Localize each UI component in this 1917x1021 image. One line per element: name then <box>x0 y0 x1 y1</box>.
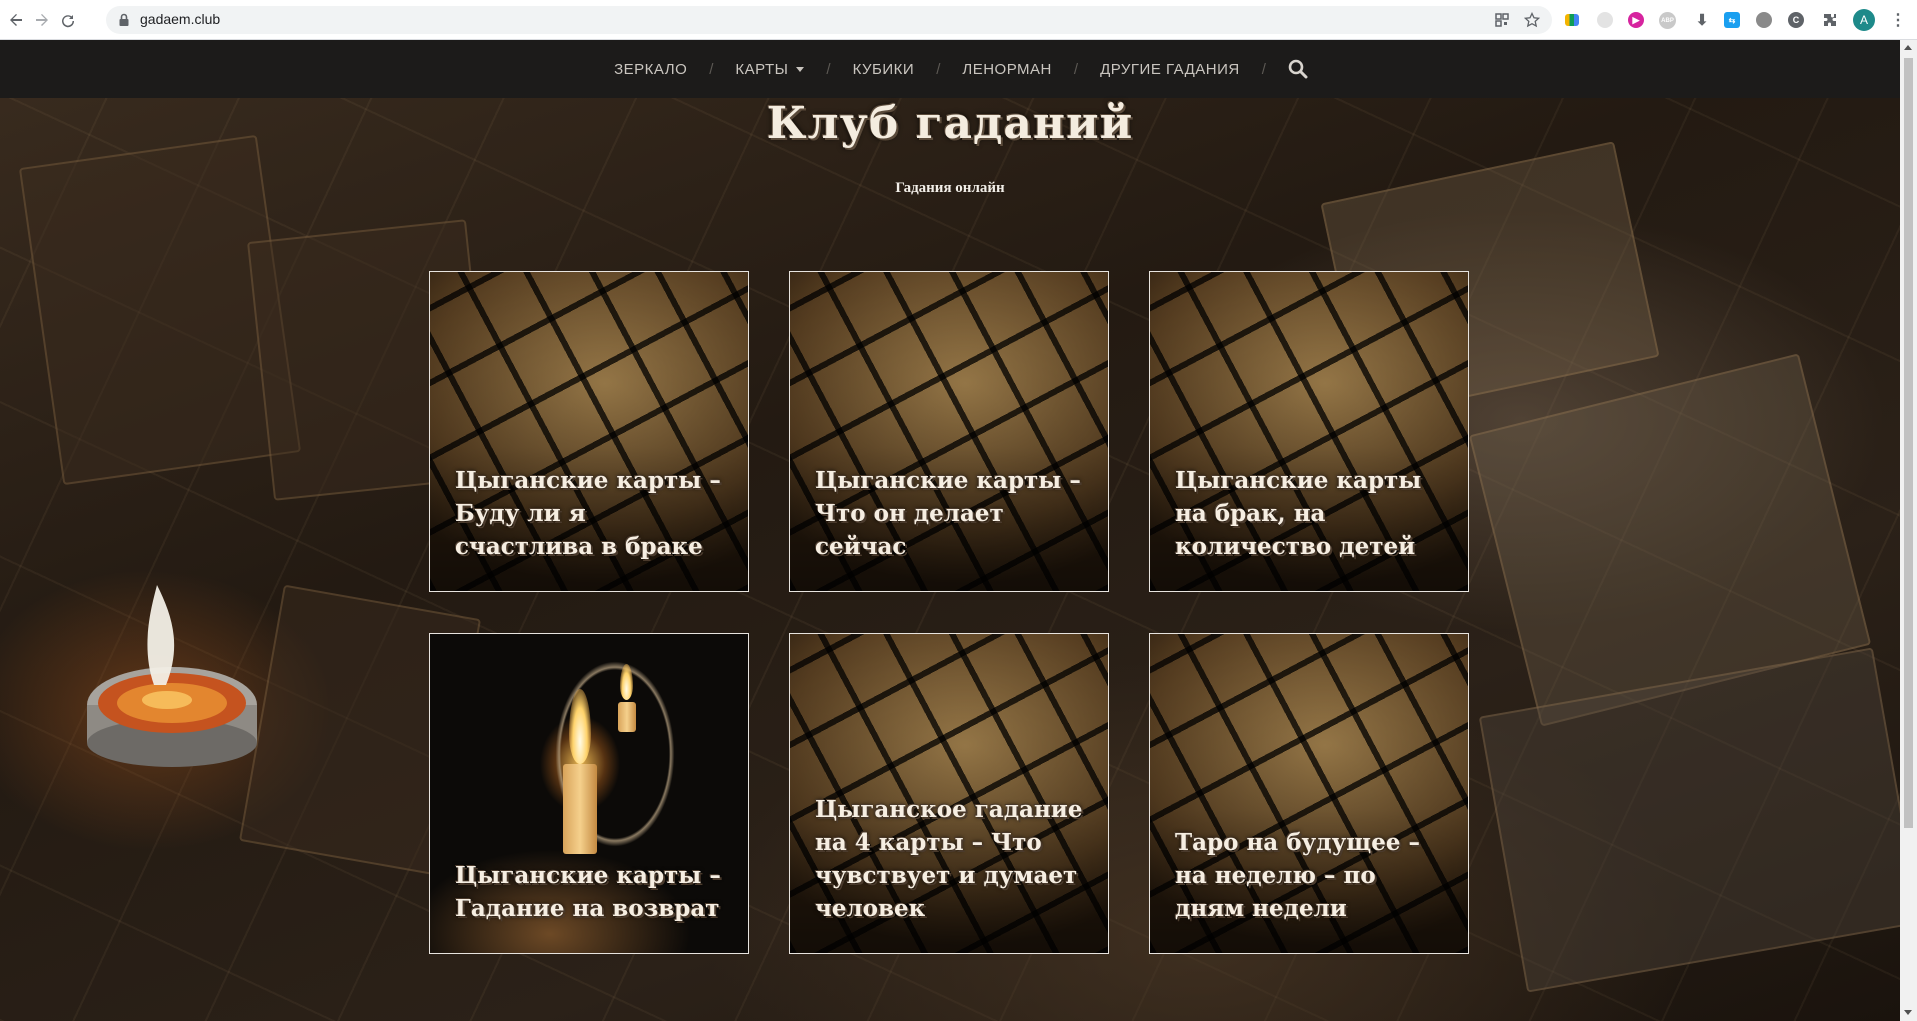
article-title[interactable]: Цыганские карты на брак, на количество д… <box>1175 464 1450 563</box>
forward-icon[interactable] <box>30 8 54 32</box>
article-tile[interactable]: Цыганское гадание на 4 карты – Что чувст… <box>789 633 1109 954</box>
nav-separator: / <box>1261 60 1266 78</box>
caret-down-icon <box>796 66 805 72</box>
nav-item-lenormand[interactable]: ЛЕНОРМАН <box>940 61 1074 78</box>
page: ЗЕРКАЛО / КАРТЫ / КУБИКИ / ЛЕНОРМАН / ДР… <box>0 40 1900 1021</box>
article-title[interactable]: Таро на будущее – на неделю – по дням не… <box>1175 826 1450 925</box>
article-tile[interactable]: Цыганские карты на брак, на количество д… <box>1149 271 1469 592</box>
article-title[interactable]: Цыганские карты – Гадание на возврат <box>455 859 730 925</box>
nav-item-other[interactable]: ДРУГИЕ ГАДАНИЯ <box>1078 61 1262 78</box>
player-extension-icon[interactable]: ▶ <box>1628 12 1644 28</box>
extension-icon[interactable] <box>1597 12 1613 28</box>
candle-body <box>618 702 636 732</box>
nav-item-dice[interactable]: КУБИКИ <box>831 61 937 78</box>
download-icon[interactable]: ⬇ <box>1692 10 1712 30</box>
menu-icon[interactable]: ⋮ <box>1888 10 1908 30</box>
extensions-icon[interactable] <box>1820 10 1840 30</box>
candle-flame <box>569 689 591 764</box>
nav-item-cards[interactable]: КАРТЫ <box>713 61 826 78</box>
scroll-thumb[interactable] <box>1904 58 1913 828</box>
nav-item-mirror[interactable]: ЗЕРКАЛО <box>592 61 709 78</box>
extension-icon[interactable]: C <box>1788 12 1804 28</box>
search-icon[interactable] <box>1288 59 1308 79</box>
lock-icon[interactable] <box>116 12 132 28</box>
site-tagline: Гадания онлайн <box>895 180 1005 196</box>
analytics-extension-icon[interactable] <box>1565 14 1579 26</box>
article-tile[interactable]: Цыганские карты – Буду ли я счастлива в … <box>429 271 749 592</box>
candle-body <box>563 764 597 854</box>
article-tile[interactable]: Цыганские карты – Гадание на возврат <box>429 633 749 954</box>
star-icon[interactable] <box>1524 12 1540 28</box>
nav-item-label: КАРТЫ <box>735 60 789 78</box>
browser-toolbar: gadaem.club ▶ ABP ⬇ ⇆ C A ⋮ <box>0 0 1917 40</box>
back-icon[interactable] <box>4 8 28 32</box>
url-text[interactable]: gadaem.club <box>140 11 220 27</box>
article-tile[interactable]: Цыганские карты – Что он делает сейчас <box>789 271 1109 592</box>
scroll-up-icon[interactable] <box>1904 45 1912 50</box>
page-scrollbar[interactable] <box>1900 40 1917 1021</box>
article-title[interactable]: Цыганское гадание на 4 карты – Что чувст… <box>815 793 1090 925</box>
main-navigation: ЗЕРКАЛО / КАРТЫ / КУБИКИ / ЛЕНОРМАН / ДР… <box>0 40 1900 98</box>
site-title[interactable]: Клуб гаданий <box>0 98 1900 149</box>
reload-icon[interactable] <box>56 8 80 32</box>
extension-icon[interactable] <box>1756 12 1772 28</box>
article-tile[interactable]: Таро на будущее – на неделю – по дням не… <box>1149 633 1469 954</box>
avatar[interactable]: A <box>1853 9 1875 31</box>
address-bar[interactable]: gadaem.club <box>106 6 1552 34</box>
article-title[interactable]: Цыганские карты – Буду ли я счастлива в … <box>455 464 730 563</box>
scroll-down-icon[interactable] <box>1904 1010 1912 1015</box>
translate-extension-icon[interactable]: ⇆ <box>1724 12 1740 28</box>
candle-image <box>87 585 257 767</box>
candle-flame <box>620 664 633 700</box>
qr-icon[interactable] <box>1494 12 1510 28</box>
adblock-extension-icon[interactable]: ABP <box>1659 12 1676 29</box>
article-title[interactable]: Цыганские карты – Что он делает сейчас <box>815 464 1090 563</box>
